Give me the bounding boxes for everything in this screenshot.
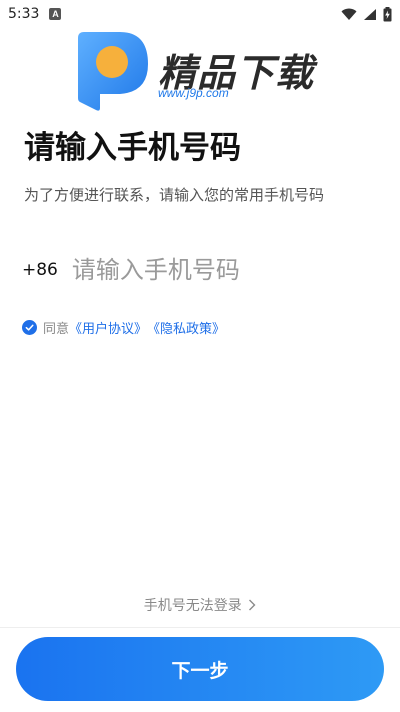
- bottom-divider: [0, 627, 400, 628]
- checkmark-icon: [25, 324, 34, 331]
- country-code-selector[interactable]: +86: [22, 260, 58, 280]
- user-agreement-link[interactable]: 《用户协议》: [69, 318, 147, 337]
- chevron-right-icon: [249, 599, 256, 611]
- next-button[interactable]: 下一步: [16, 637, 384, 701]
- phone-input[interactable]: [71, 256, 352, 284]
- status-time: 5:33: [8, 6, 40, 22]
- cant-login-link[interactable]: 手机号无法登录: [0, 595, 400, 615]
- agreement-row: 同意 《用户协议》 《隐私政策》: [22, 318, 225, 337]
- status-right: [341, 6, 392, 22]
- status-bar: 5:33 A: [0, 0, 400, 28]
- privacy-policy-link[interactable]: 《隐私政策》: [147, 318, 225, 337]
- page-title: 请输入手机号码: [24, 130, 241, 166]
- page-subtitle: 为了方便进行联系，请输入您的常用手机号码: [24, 186, 325, 204]
- signal-icon: [364, 8, 376, 20]
- logo-p-icon: [78, 32, 148, 111]
- app-logo: 精品下载 www.j9p.com: [70, 30, 330, 111]
- wifi-icon: [341, 8, 357, 20]
- agree-checkbox[interactable]: [22, 320, 37, 335]
- agree-prefix: 同意: [43, 322, 70, 337]
- status-left: 5:33 A: [8, 6, 62, 22]
- phone-row: +86: [22, 250, 378, 290]
- logo-url: www.j9p.com: [158, 86, 229, 100]
- cant-login-label: 手机号无法登录: [143, 598, 242, 614]
- battery-charging-icon: [383, 6, 392, 21]
- notification-badge-icon: A: [49, 8, 62, 20]
